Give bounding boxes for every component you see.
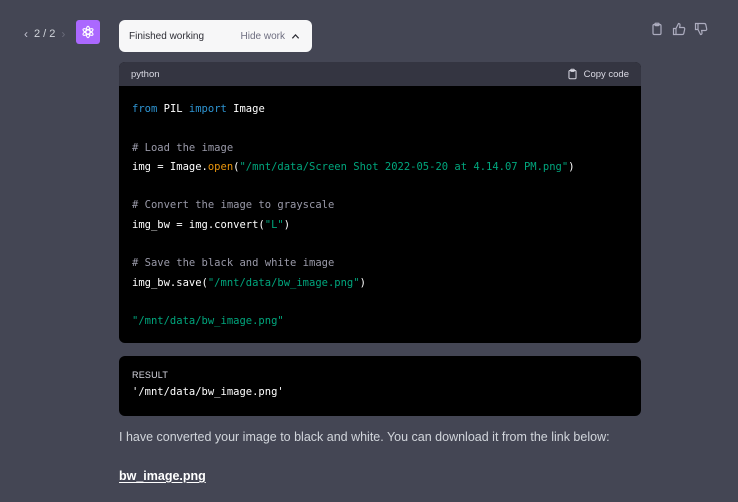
code-line-12: "/mnt/data/bw_image.png" bbox=[132, 315, 284, 328]
status-label: Finished working bbox=[129, 30, 205, 42]
code-header: python Copy code bbox=[119, 62, 641, 86]
code-line-3: # Load the image bbox=[132, 141, 234, 154]
chevron-up-icon bbox=[291, 33, 300, 39]
assistant-message: I have converted your image to black and… bbox=[119, 430, 610, 444]
code-line-9: # Save the black and white image bbox=[132, 257, 335, 270]
openai-logo-icon bbox=[82, 25, 94, 39]
thumbs-down-icon[interactable] bbox=[694, 22, 708, 36]
page-indicator: 2 / 2 bbox=[34, 28, 56, 40]
work-status-panel: Finished working Hide work bbox=[119, 20, 312, 52]
code-token: "/mnt/data/Screen Shot 2022-05-20 at 4.1… bbox=[239, 160, 569, 173]
copy-code-label: Copy code bbox=[583, 68, 629, 80]
assistant-avatar bbox=[76, 20, 100, 44]
code-line-6: # Convert the image to grayscale bbox=[132, 199, 335, 212]
code-token: from bbox=[132, 103, 158, 115]
download-link[interactable]: bw_image.png bbox=[119, 469, 206, 483]
code-line-4: img = Image.open("/mnt/data/Screen Shot … bbox=[132, 160, 575, 173]
code-token: import bbox=[188, 103, 227, 115]
code-block: python Copy code from PIL import Image # … bbox=[119, 62, 641, 343]
clipboard-icon[interactable] bbox=[650, 22, 664, 36]
pagination: ‹ 2 / 2 › bbox=[24, 27, 65, 41]
result-value: '/mnt/data/bw_image.png' bbox=[132, 386, 284, 398]
result-block: RESULT '/mnt/data/bw_image.png' bbox=[119, 356, 641, 416]
copy-code-button[interactable]: Copy code bbox=[567, 68, 629, 80]
code-token: "/mnt/data/bw_image.png" bbox=[207, 276, 360, 289]
code-language: python bbox=[131, 68, 160, 80]
code-content: from PIL import Image # Load the image img… bbox=[119, 86, 641, 332]
chevron-left-icon[interactable]: ‹ bbox=[24, 27, 28, 41]
clipboard-icon bbox=[568, 68, 577, 80]
code-token: "L" bbox=[264, 218, 284, 231]
code-line-7: img_bw = img.convert("L") bbox=[132, 218, 291, 231]
thumbs-up-icon[interactable] bbox=[672, 22, 686, 36]
hide-work-label: Hide work bbox=[240, 30, 285, 42]
code-line-10: img_bw.save("/mnt/data/bw_image.png") bbox=[132, 276, 366, 289]
result-label: RESULT bbox=[132, 370, 169, 380]
chevron-right-icon[interactable]: › bbox=[61, 27, 65, 41]
hide-work-button[interactable]: Hide work bbox=[241, 31, 300, 42]
message-actions bbox=[650, 22, 708, 36]
code-token: open bbox=[207, 160, 234, 173]
code-line-1: from PIL import Image bbox=[132, 103, 265, 115]
